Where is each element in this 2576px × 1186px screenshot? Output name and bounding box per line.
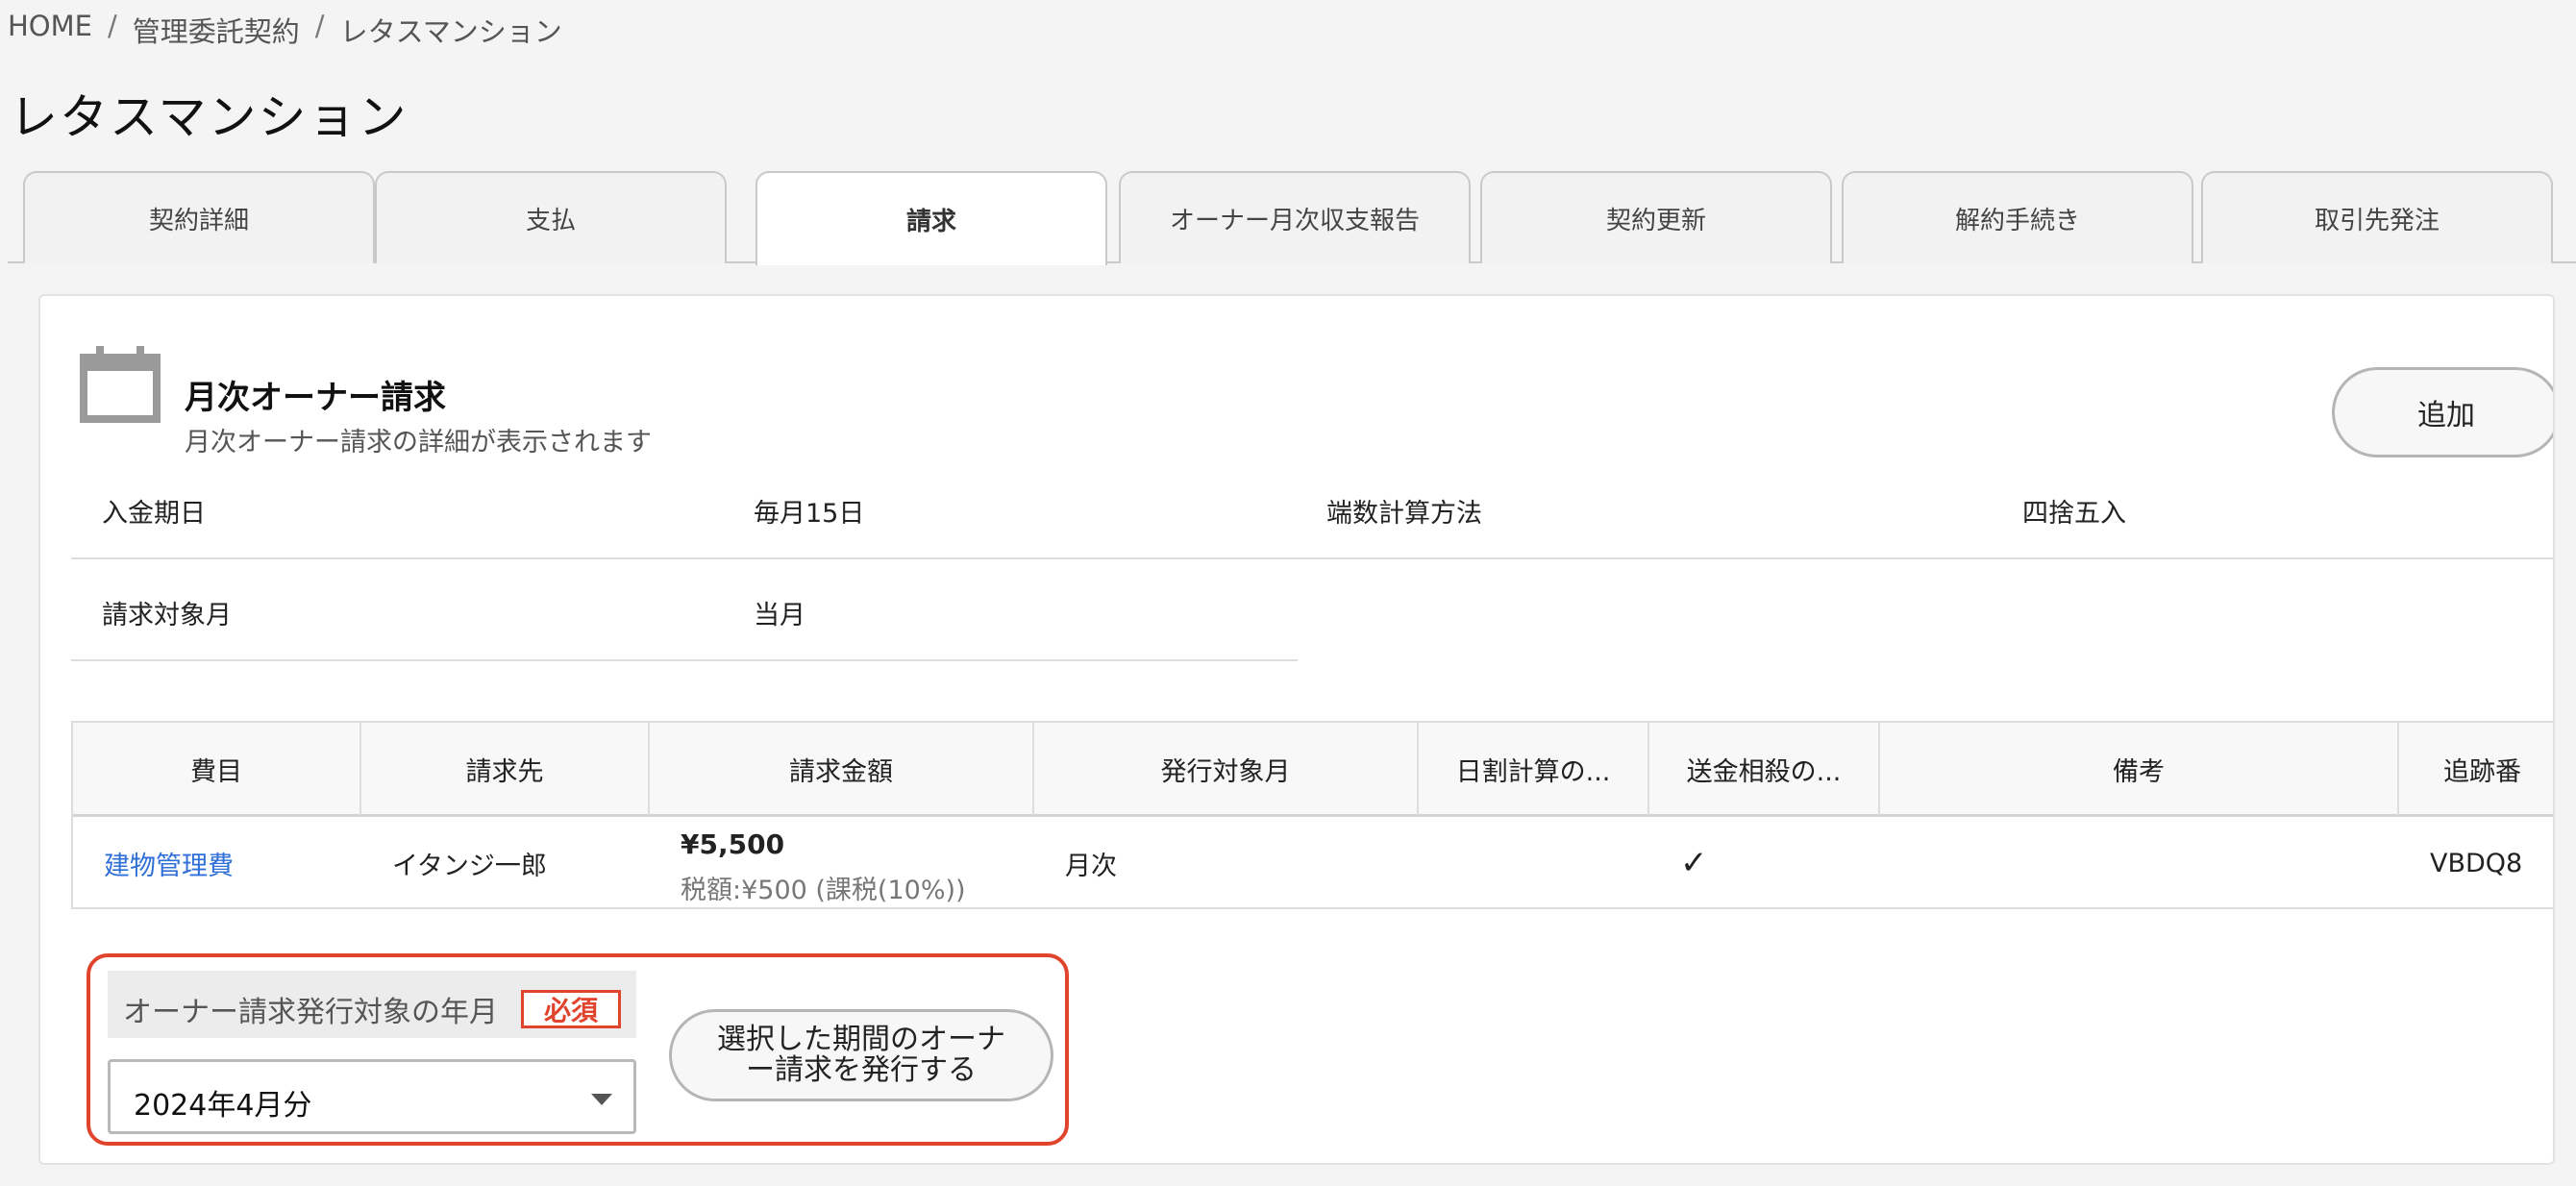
rounding-value: 四捨五入 bbox=[2022, 499, 2126, 529]
tracking-cell: VBDQ8 bbox=[2430, 848, 2523, 878]
required-badge: 必須 bbox=[521, 990, 621, 1028]
column-header-note[interactable]: 備考 bbox=[1880, 723, 2399, 815]
note-cell bbox=[1880, 817, 1911, 909]
tab-billing[interactable]: 請求 bbox=[755, 171, 1107, 265]
add-button[interactable]: 追加 bbox=[2332, 367, 2553, 457]
column-header-tracking[interactable]: 追跡番 bbox=[2399, 723, 2553, 815]
tab-bar: 契約詳細 支払 請求 オーナー月次収支報告 契約更新 解約手続き 取引先発注 bbox=[8, 171, 2576, 265]
issue-owner-bill-button[interactable]: 選択した期間のオーナ ー請求を発行する bbox=[669, 1009, 1053, 1101]
card-header: 月次オーナー請求 月次オーナー請求の詳細が表示されます 追加 bbox=[79, 334, 2553, 457]
tab-payment[interactable]: 支払 bbox=[375, 171, 727, 263]
card-title: 月次オーナー請求 bbox=[185, 379, 446, 417]
column-header-offset[interactable]: 送金相殺の... bbox=[1649, 723, 1880, 815]
billing-table: 費目 請求先 請求金額 発行対象月 日割計算の... 送金相殺の... 備考 追… bbox=[71, 721, 2553, 909]
period-select-value: 2024年4月分 bbox=[134, 1089, 312, 1123]
tab-owner-monthly-report[interactable]: オーナー月次収支報告 bbox=[1119, 171, 1471, 263]
target-month-cell: 月次 bbox=[1065, 851, 1117, 881]
breadcrumb-home-link[interactable]: HOME bbox=[8, 10, 92, 50]
payment-date-value: 毎月15日 bbox=[754, 499, 865, 529]
payment-date-label: 入金期日 bbox=[102, 499, 206, 529]
prorate-cell bbox=[1419, 817, 1449, 909]
rounding-label: 端数計算方法 bbox=[1326, 499, 1482, 529]
issue-button-line1: 選択した期間のオーナ bbox=[717, 1023, 1005, 1056]
billing-month-value: 当月 bbox=[754, 601, 805, 630]
column-header-billed-to[interactable]: 請求先 bbox=[361, 723, 650, 815]
amount-cell: ¥5,500 bbox=[681, 828, 785, 860]
breadcrumb-separator: / bbox=[107, 10, 117, 42]
column-header-item[interactable]: 費目 bbox=[73, 723, 361, 815]
column-header-prorate[interactable]: 日割計算の... bbox=[1419, 723, 1649, 815]
chevron-down-icon bbox=[591, 1094, 612, 1105]
period-field-label: オーナー請求発行対象の年月 bbox=[123, 996, 498, 1029]
card-subtitle: 月次オーナー請求の詳細が表示されます bbox=[185, 428, 652, 457]
info-row-billing-month: 請求対象月 当月 bbox=[71, 561, 1298, 661]
item-link[interactable]: 建物管理費 bbox=[73, 817, 234, 909]
tax-cell: 税額:¥500 (課税(10%)) bbox=[681, 876, 966, 905]
tab-vendor-order[interactable]: 取引先発注 bbox=[2201, 171, 2553, 263]
table-header: 費目 請求先 請求金額 発行対象月 日割計算の... 送金相殺の... 備考 追… bbox=[73, 723, 2553, 817]
monthly-owner-billing-card: 月次オーナー請求 月次オーナー請求の詳細が表示されます 追加 入金期日 毎月15… bbox=[38, 294, 2555, 1165]
tab-cancellation[interactable]: 解約手続き bbox=[1842, 171, 2193, 263]
calendar-icon bbox=[80, 346, 161, 423]
page-title: レタスマンション bbox=[10, 89, 409, 145]
breadcrumb: HOME / 管理委託契約 / レタスマンション bbox=[8, 10, 562, 50]
period-field-label-box: オーナー請求発行対象の年月 必須 bbox=[108, 971, 636, 1038]
billing-month-label: 請求対象月 bbox=[102, 601, 232, 630]
period-select[interactable]: 2024年4月分 bbox=[108, 1059, 636, 1134]
tab-contract-details[interactable]: 契約詳細 bbox=[23, 171, 375, 263]
breadcrumb-contract-link[interactable]: 管理委託契約 bbox=[133, 10, 300, 50]
breadcrumb-current: レタスマンション bbox=[339, 15, 562, 48]
info-row-payment: 入金期日 毎月15日 端数計算方法 四捨五入 bbox=[71, 459, 2553, 559]
column-header-amount[interactable]: 請求金額 bbox=[650, 723, 1034, 815]
issue-button-line2: ー請求を発行する bbox=[746, 1053, 977, 1087]
offset-check-icon: ✓ bbox=[1680, 844, 1708, 882]
breadcrumb-separator: / bbox=[314, 10, 325, 42]
column-header-target-month[interactable]: 発行対象月 bbox=[1034, 723, 1419, 815]
tab-contract-renewal[interactable]: 契約更新 bbox=[1480, 171, 1832, 263]
billed-to-cell: イタンジ一郎 bbox=[392, 851, 547, 881]
owner-bill-issue-panel: オーナー請求発行対象の年月 必須 2024年4月分 選択した期間のオーナ ー請求… bbox=[87, 953, 1069, 1146]
